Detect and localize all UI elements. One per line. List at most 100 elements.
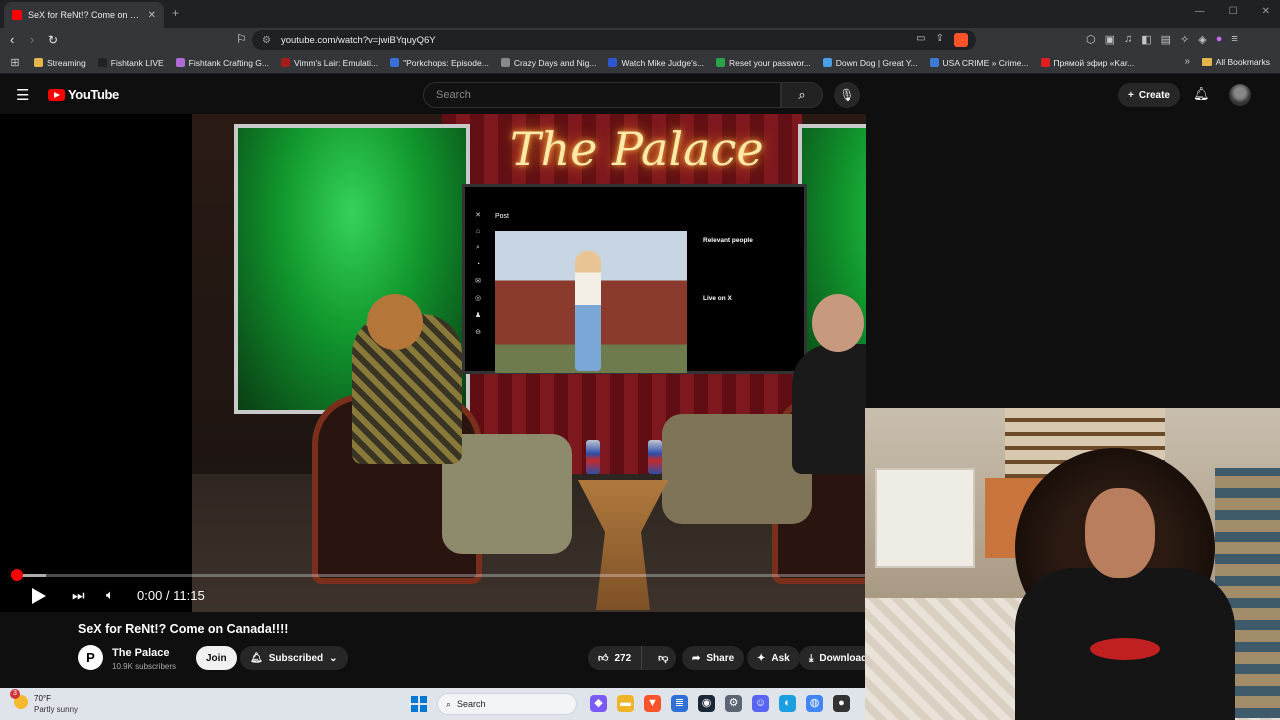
back-arrow-icon[interactable]: ‹ [10, 32, 14, 48]
host-right [792, 344, 866, 474]
tab-title: SeX for ReNt!? Come on Canada!!!! - YouT… [28, 10, 142, 20]
bookmark-item[interactable]: "Porkchops: Episode... [384, 58, 495, 68]
minimize-icon[interactable]: — [1195, 6, 1205, 17]
bookmark-favicon-icon [175, 58, 185, 67]
progress-bar[interactable] [16, 574, 866, 577]
bookmark-item[interactable]: Watch Mike Judge's... [602, 58, 710, 68]
chrome-icon[interactable]: ◍ [806, 695, 823, 712]
bookmark-icon[interactable]: ⚐ [236, 32, 247, 46]
subscribed-button[interactable]: 🔔︎ Subscribed ⌄ [240, 646, 348, 670]
create-button[interactable]: + Create [1118, 83, 1180, 107]
download-button[interactable]: ⤓ Download [799, 646, 866, 670]
webcam-shirt-logo [1090, 638, 1160, 660]
weather-condition: Partly sunny [34, 705, 79, 714]
notepad-icon[interactable]: ≣ [671, 695, 688, 712]
bookmark-item[interactable]: Vimm's Lair: Emulati... [275, 58, 384, 68]
app-icon[interactable]: ● [833, 695, 850, 712]
bookmark-favicon-icon [929, 58, 939, 67]
address-url[interactable]: youtube.com/watch?v=jwiBYquyQ6Y [281, 35, 436, 46]
notifications-bell-icon[interactable]: 🔔︎ [1193, 86, 1210, 102]
bookmark-favicon-icon [34, 58, 43, 67]
ask-button[interactable]: ✦ Ask [747, 646, 800, 670]
brave-shield-icon[interactable] [954, 33, 968, 47]
bookmarks-overflow-icon[interactable]: » [1184, 56, 1190, 67]
menu-icon[interactable]: ≡ [1231, 33, 1237, 46]
scrubber-handle[interactable] [11, 569, 23, 581]
profile-icon[interactable]: ● [1216, 33, 1223, 46]
channel-name[interactable]: The Palace [112, 647, 169, 659]
bookmark-item[interactable]: Reset your passwor... [710, 58, 817, 68]
bookmark-item[interactable]: USA CRIME » Crime... [924, 58, 1035, 68]
edge-icon[interactable]: ◐ [779, 695, 796, 712]
account-avatar[interactable] [1229, 84, 1251, 106]
bookmark-label: Watch Mike Judge's... [621, 57, 705, 68]
close-window-icon[interactable]: ✕ [1262, 6, 1270, 17]
thumbs-up-icon: 👍︎ [598, 653, 609, 664]
volume-icon[interactable]: 🔈︎ [106, 587, 114, 603]
tab-close-icon[interactable]: ✕ [148, 10, 156, 21]
voice-search-button[interactable]: 🎙 [834, 82, 860, 108]
reload-icon[interactable]: ↻ [48, 32, 58, 48]
chevron-down-icon: ⌄ [329, 652, 338, 664]
ask-label: Ask [771, 652, 790, 664]
brave-browser-icon[interactable]: ▼ [644, 695, 661, 712]
address-bar[interactable]: ⚙ youtube.com/watch?v=jwiBYquyQ6Y ▭ ⇪ [252, 30, 976, 50]
extensions-icon[interactable]: ⬡ [1086, 33, 1096, 46]
next-icon[interactable]: ⏭︎ [72, 587, 85, 604]
settings-gear-icon[interactable]: ⚙ [725, 695, 742, 712]
steam-icon[interactable]: ◉ [698, 695, 715, 712]
discord-icon[interactable]: ☺ [752, 695, 769, 712]
file-explorer-icon[interactable]: ▬ [617, 695, 634, 712]
join-button[interactable]: Join [196, 646, 237, 670]
sidebar-icon[interactable]: ◧ [1141, 33, 1151, 46]
download-label: Download [819, 652, 866, 664]
all-bookmarks-label: All Bookmarks [1215, 57, 1270, 67]
forward-arrow-icon[interactable]: › [30, 32, 34, 48]
share-button[interactable]: ➦ Share [682, 646, 745, 670]
share-page-icon[interactable]: ⇪ [936, 33, 944, 47]
wallet-icon[interactable]: ▤ [1161, 33, 1171, 46]
apps-grid-icon[interactable]: ⊞ [2, 56, 28, 69]
bookmark-item[interactable]: Crazy Days and Nig... [495, 58, 603, 68]
dislike-button[interactable]: 👎︎ [648, 652, 678, 664]
hamburger-menu-icon[interactable]: ☰ [16, 86, 29, 104]
window-controls: — ☐ ✕ [1195, 6, 1270, 17]
current-time: 0:00 [137, 588, 163, 603]
channel-avatar[interactable]: P [78, 645, 103, 670]
search-input[interactable] [436, 89, 736, 101]
leo-icon[interactable]: ✧ [1180, 33, 1189, 46]
bookmark-item[interactable]: Fishtank LIVE [92, 58, 170, 68]
taskbar-search[interactable]: ⌕ Search [437, 693, 577, 715]
youtube-logo[interactable]: YouTube [48, 87, 119, 102]
bookmark-favicon-icon [390, 58, 400, 67]
bookmark-favicon-icon [97, 58, 107, 67]
all-bookmarks[interactable]: All Bookmarks [1201, 57, 1270, 67]
copilot-icon[interactable]: ◆ [590, 695, 607, 712]
create-label: Create [1138, 89, 1170, 101]
like-button[interactable]: 👍︎ 272 [588, 646, 643, 670]
webcam-overlay [865, 408, 1280, 720]
bookmark-favicon-icon [608, 58, 618, 67]
music-icon[interactable]: ♫ [1124, 33, 1132, 46]
new-tab-button[interactable]: + [172, 6, 179, 20]
bookmark-item[interactable]: Down Dog | Great Y... [817, 58, 924, 68]
search-button[interactable]: ⌕ [781, 82, 823, 108]
cast-icon[interactable]: ▭ [916, 33, 925, 47]
maximize-icon[interactable]: ☐ [1229, 6, 1238, 17]
bookmark-item[interactable]: Streaming [28, 58, 92, 68]
home-icon: ⌂ [475, 228, 481, 235]
play-icon[interactable] [32, 588, 46, 604]
bell-icon: ◔ [475, 261, 481, 268]
neon-sign: The Palace [510, 122, 764, 176]
weather-widget[interactable]: 3 70°F Partly sunny [10, 689, 79, 715]
screenshot-icon[interactable]: ▣ [1105, 33, 1115, 46]
vpn-icon[interactable]: ◈ [1198, 33, 1206, 46]
search-box[interactable] [423, 82, 781, 108]
video-player[interactable]: The Palace ✕ ⌂ ⌕ ◔ ✉ ◎ ♟ ⊖ Post Relevant… [0, 114, 866, 612]
site-info-icon[interactable]: ⚙ [262, 35, 271, 46]
windows-start-icon[interactable] [411, 696, 427, 712]
browser-tab[interactable]: SeX for ReNt!? Come on Canada!!!! - YouT… [4, 2, 164, 28]
bookmark-item[interactable]: Прямой эфир «Kar... [1035, 58, 1141, 68]
bookmark-item[interactable]: Fishtank Crafting G... [170, 58, 275, 68]
browser-tab-bar: SeX for ReNt!? Come on Canada!!!! - YouT… [0, 0, 1280, 28]
